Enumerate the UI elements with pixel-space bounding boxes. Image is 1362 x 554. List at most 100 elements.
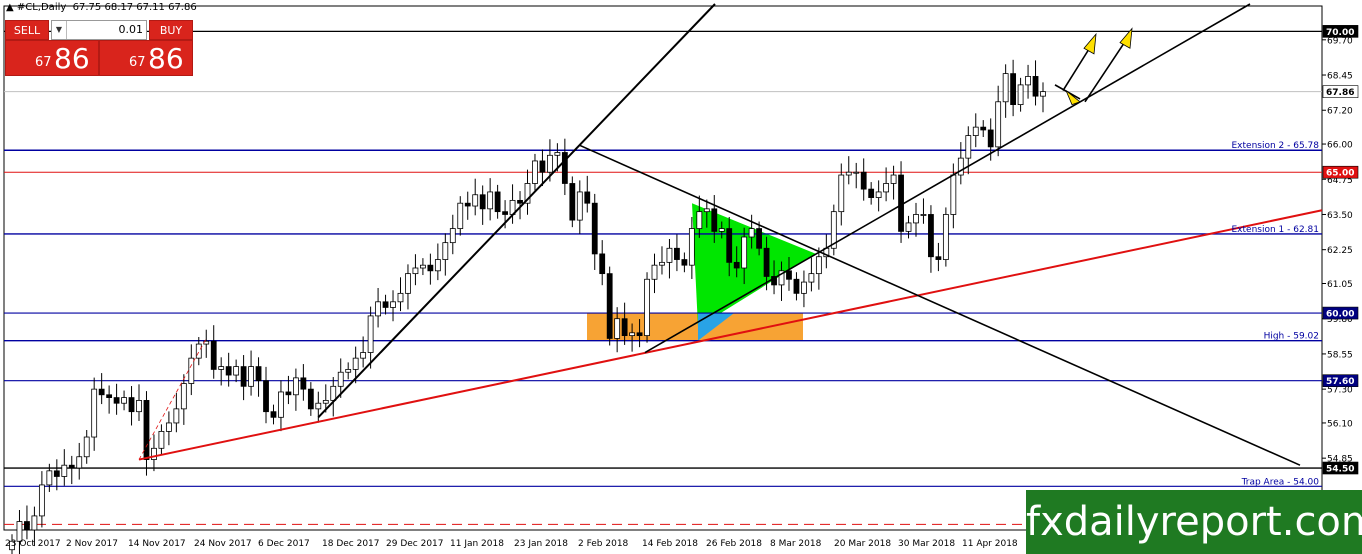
candle-body bbox=[741, 236, 748, 269]
candle-body bbox=[681, 259, 688, 266]
candle-body bbox=[405, 273, 411, 294]
price-tag-57-60: 57.60 bbox=[1326, 377, 1354, 387]
candle-body bbox=[576, 191, 583, 221]
x-tick-label: 14 Feb 2018 bbox=[642, 539, 698, 549]
candle-body bbox=[300, 377, 307, 390]
candle-body bbox=[464, 202, 471, 207]
candle-body bbox=[434, 259, 441, 272]
candle-body bbox=[487, 191, 494, 210]
y-tick-label: 56.10 bbox=[1327, 419, 1353, 429]
candle-body bbox=[733, 261, 740, 269]
candle-body bbox=[248, 366, 254, 387]
lot-decrease-icon[interactable]: ▼ bbox=[52, 21, 67, 39]
candle-body bbox=[173, 408, 180, 424]
candle-body bbox=[375, 301, 381, 317]
candle-body bbox=[121, 397, 127, 404]
candle-body bbox=[629, 332, 635, 337]
candle-body bbox=[890, 174, 897, 184]
candle-body bbox=[113, 397, 120, 404]
candle-body bbox=[337, 371, 344, 387]
buy-price-big: 86 bbox=[148, 42, 184, 75]
candle-body bbox=[972, 126, 979, 136]
candle-body bbox=[472, 194, 479, 207]
price-tag-54-50: 54.50 bbox=[1326, 465, 1354, 475]
candle-body bbox=[390, 301, 396, 308]
trade-panel: SELL ▼ 0.01 BUY 67 86 67 86 bbox=[5, 20, 193, 76]
candle-body bbox=[1032, 76, 1039, 97]
candle-body bbox=[68, 464, 75, 469]
candle-body bbox=[360, 352, 367, 359]
candle-body bbox=[875, 191, 882, 198]
candle-body bbox=[965, 135, 972, 159]
candle-body bbox=[494, 191, 501, 213]
x-tick-label: 8 Mar 2018 bbox=[770, 539, 822, 549]
candle-body bbox=[845, 171, 852, 176]
sell-price-big: 86 bbox=[54, 42, 90, 75]
candle-body bbox=[621, 318, 628, 337]
candle-body bbox=[382, 301, 389, 308]
candle-body bbox=[659, 261, 665, 266]
candle-body bbox=[517, 199, 523, 204]
candle-body bbox=[801, 281, 807, 294]
candle-body bbox=[688, 228, 695, 266]
price-tag-70: 70.00 bbox=[1326, 28, 1354, 38]
y-tick-label: 68.45 bbox=[1327, 72, 1353, 82]
candle-body bbox=[158, 430, 165, 449]
plot-area bbox=[3, 5, 1323, 531]
candle-body bbox=[91, 388, 98, 438]
y-tick-label: 63.50 bbox=[1327, 211, 1353, 221]
candle-body bbox=[1040, 91, 1046, 97]
candle-body bbox=[128, 397, 135, 413]
candle-body bbox=[868, 188, 875, 198]
candle-body bbox=[412, 267, 419, 275]
candle-body bbox=[195, 343, 202, 359]
buy-price-box[interactable]: 67 86 bbox=[99, 40, 193, 76]
candle-body bbox=[980, 126, 987, 131]
candle-body bbox=[539, 160, 546, 173]
price-chart: Extension 2 - 65.78 Extension 1 - 62.81 Hi… bbox=[3, 3, 1359, 554]
candle-body bbox=[883, 183, 890, 193]
buy-price-small: 67 bbox=[129, 55, 146, 70]
candle-body bbox=[397, 292, 404, 303]
candle-body bbox=[240, 366, 247, 387]
candle-body bbox=[255, 366, 262, 382]
candle-body bbox=[748, 228, 755, 238]
buy-button[interactable]: BUY bbox=[149, 20, 193, 40]
candle-body bbox=[53, 470, 60, 477]
lot-size-value: 0.01 bbox=[118, 23, 144, 36]
candle-body bbox=[532, 160, 538, 184]
candle-body bbox=[367, 315, 374, 353]
candle-body bbox=[815, 256, 822, 275]
price-tag-60: 60.00 bbox=[1326, 310, 1354, 320]
candle-body bbox=[599, 253, 606, 275]
price-tag-current: 67.86 bbox=[1326, 88, 1354, 98]
lot-size-field[interactable]: ▼ 0.01 bbox=[51, 20, 147, 40]
sell-price-box[interactable]: 67 86 bbox=[5, 40, 99, 76]
sell-button[interactable]: SELL bbox=[5, 20, 49, 40]
candle-body bbox=[838, 174, 845, 213]
symbol-label: #CL,Daily bbox=[16, 2, 67, 13]
candle-body bbox=[210, 340, 217, 370]
label-high: High - 59.02 bbox=[1264, 332, 1319, 342]
x-tick-label: 30 Mar 2018 bbox=[898, 539, 955, 549]
candle-body bbox=[651, 264, 658, 280]
candle-body bbox=[644, 278, 650, 337]
candle-body bbox=[554, 152, 561, 156]
x-tick-label: 29 Dec 2017 bbox=[386, 539, 444, 549]
candle-body bbox=[1010, 73, 1017, 106]
candle-body bbox=[987, 129, 994, 148]
candle-body bbox=[442, 242, 449, 260]
sell-price-small: 67 bbox=[35, 55, 52, 70]
candle-body bbox=[270, 411, 277, 418]
candle-body bbox=[180, 383, 187, 410]
label-trap-area: Trap Area - 54.00 bbox=[1241, 477, 1320, 487]
x-tick-label: 14 Nov 2017 bbox=[128, 539, 186, 549]
candle-body bbox=[995, 101, 1002, 148]
candle-body bbox=[935, 256, 942, 260]
candle-body bbox=[913, 214, 919, 224]
candle-body bbox=[703, 208, 710, 213]
candle-body bbox=[1025, 76, 1031, 86]
candle-body bbox=[942, 214, 949, 260]
candle-body bbox=[143, 400, 150, 460]
candle-body bbox=[853, 171, 860, 174]
